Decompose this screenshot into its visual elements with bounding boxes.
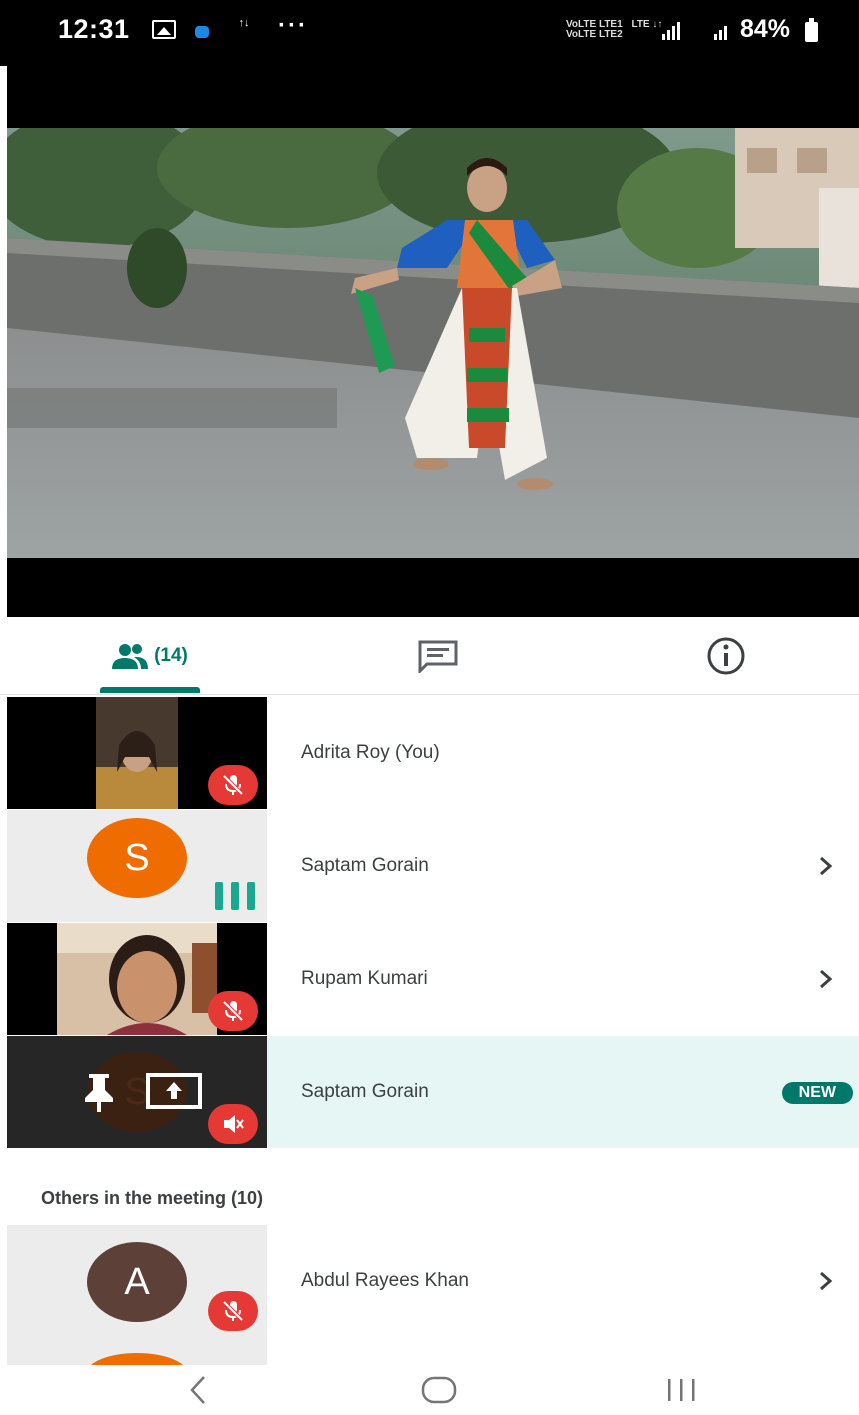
mic-muted-icon (208, 991, 258, 1031)
battery-level: 84% (740, 15, 791, 43)
people-icon (112, 644, 149, 669)
back-icon[interactable] (186, 1373, 210, 1407)
people-count: (14) (154, 645, 188, 666)
network-label: LTE ↓↑ (631, 19, 663, 30)
screen-share-icon (146, 1073, 202, 1109)
home-icon[interactable] (420, 1373, 458, 1407)
participant-avatar-tile: S (7, 1036, 267, 1148)
avatar: A (87, 1242, 187, 1322)
speaking-indicator-icon (215, 882, 255, 910)
tab-chat[interactable] (398, 617, 478, 695)
participant-avatar-tile: A (7, 1225, 267, 1365)
mic-muted-icon (208, 765, 258, 805)
participant-video-tile (7, 697, 267, 809)
status-time: 12:31 (58, 14, 130, 44)
network-indicators: VoLTE LTE1 LTE ↓↑ VoLTE LTE2 (566, 20, 731, 40)
participant-row[interactable]: A Abdul Rayees Khan (7, 1225, 859, 1365)
participant-name: Rupam Kumari (301, 968, 428, 989)
chevron-right-icon[interactable] (815, 854, 837, 878)
participant-name: Abdul Rayees Khan (301, 1270, 469, 1291)
dance-performance-video (7, 128, 859, 558)
participant-video-tile (7, 923, 267, 1035)
network-label: VoLTE LTE2 (566, 29, 623, 40)
participant-row[interactable]: Adrita Roy (You) (7, 697, 859, 809)
info-icon (707, 637, 745, 675)
signal-bars-icon (714, 26, 727, 40)
recent-apps-icon[interactable] (664, 1373, 700, 1407)
participant-avatar-tile: S (7, 810, 267, 922)
chevron-right-icon[interactable] (815, 967, 837, 991)
others-heading: Others in the meeting (10) (41, 1188, 264, 1208)
status-bar: 12:31 ↑↓ ··· VoLTE LTE1 LTE ↓↑ VoLTE LTE… (0, 0, 859, 66)
tab-info[interactable] (686, 617, 766, 695)
signal-bars-icon (662, 22, 680, 40)
participant-row[interactable]: Rupam Kumari (7, 923, 859, 1035)
main-video-stage[interactable] (7, 66, 859, 617)
chevron-right-icon[interactable] (815, 1269, 837, 1293)
pin-icon[interactable] (79, 1072, 119, 1114)
volume-muted-icon (208, 1104, 258, 1144)
more-notifications-icon: ··· (278, 12, 308, 39)
avatar: S (87, 818, 187, 898)
participant-name: Adrita Roy (You) (301, 742, 440, 763)
tab-people[interactable]: (14) (100, 617, 200, 695)
gallery-icon (152, 20, 176, 39)
participant-name: Saptam Gorain (301, 855, 429, 876)
notification-dot-icon (195, 26, 209, 38)
data-transfer-icon: ↑↓ (238, 17, 250, 29)
battery-icon (805, 18, 818, 42)
mic-muted-icon (208, 1291, 258, 1331)
participant-name: Saptam Gorain (301, 1081, 429, 1102)
participant-row[interactable]: S Saptam Gorain (7, 810, 859, 922)
meeting-tabs: (14) (0, 617, 859, 695)
active-tab-indicator (100, 687, 200, 693)
new-badge: NEW (781, 1082, 853, 1104)
chat-icon (418, 640, 458, 673)
video-frame (7, 128, 859, 558)
participant-row-presenting[interactable]: S Saptam Gorain NEW (7, 1036, 859, 1148)
android-nav-bar (0, 1365, 859, 1415)
avatar (87, 1353, 187, 1365)
